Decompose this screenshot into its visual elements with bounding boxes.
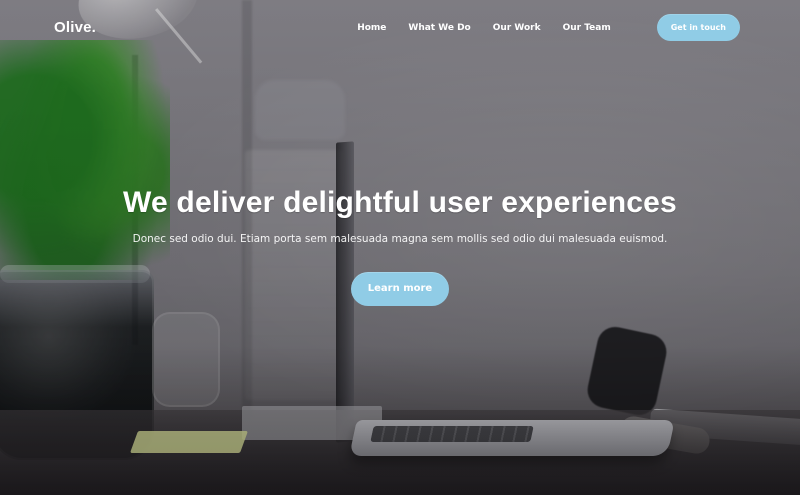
learn-more-button[interactable]: Learn more [351, 271, 449, 306]
hero-content: We deliver delightful user experiences D… [0, 186, 800, 306]
hero-subtext: Donec sed odio dui. Etiam porta sem male… [132, 233, 668, 245]
nav-links: Home What We Do Our Work Our Team [357, 23, 611, 33]
nav-link-home[interactable]: Home [357, 23, 386, 33]
nav-right: Home What We Do Our Work Our Team Get in… [357, 14, 740, 41]
nav-link-our-work[interactable]: Our Work [493, 23, 541, 33]
brand-logo[interactable]: Olive. [54, 19, 96, 36]
top-navigation: Olive. Home What We Do Our Work Our Team… [0, 0, 800, 55]
get-in-touch-button[interactable]: Get in touch [656, 14, 740, 41]
hero-headline: We deliver delightful user experiences [123, 186, 677, 219]
nav-link-what-we-do[interactable]: What We Do [408, 23, 470, 33]
nav-link-our-team[interactable]: Our Team [563, 23, 611, 33]
